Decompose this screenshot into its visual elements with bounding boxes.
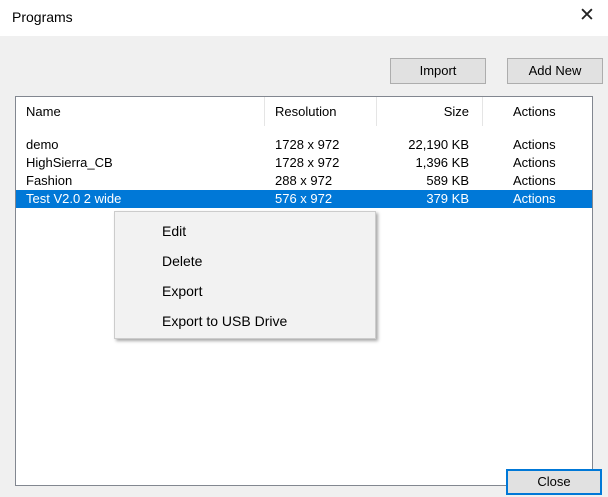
list-row[interactable]: HighSierra_CB 1728 x 972 1,396 KB Action… bbox=[16, 154, 592, 172]
program-resolution: 1728 x 972 bbox=[275, 155, 340, 170]
list-row[interactable]: Fashion 288 x 972 589 KB Actions bbox=[16, 172, 592, 190]
window-title: Programs bbox=[12, 9, 73, 25]
program-resolution: 1728 x 972 bbox=[275, 137, 340, 152]
list-header: Name Resolution Size Actions bbox=[16, 97, 592, 126]
list-row-selected[interactable]: Test V2.0 2 wide 576 x 972 379 KB Action… bbox=[16, 190, 592, 208]
program-name: HighSierra_CB bbox=[26, 155, 113, 170]
column-divider[interactable] bbox=[376, 97, 377, 126]
program-name: Test V2.0 2 wide bbox=[26, 191, 122, 206]
menu-item-export[interactable]: Export bbox=[116, 277, 374, 306]
menu-item-export-usb[interactable]: Export to USB Drive bbox=[116, 307, 374, 336]
menu-item-label: Export bbox=[162, 283, 203, 299]
program-actions-link[interactable]: Actions bbox=[513, 172, 556, 190]
column-divider[interactable] bbox=[264, 97, 265, 126]
menu-item-label: Delete bbox=[162, 253, 203, 269]
menu-item-delete[interactable]: Delete bbox=[116, 247, 374, 276]
column-header-name[interactable]: Name bbox=[26, 97, 61, 126]
program-resolution: 576 x 972 bbox=[275, 191, 333, 206]
program-actions-link[interactable]: Actions bbox=[513, 154, 556, 172]
import-button[interactable]: Import bbox=[390, 58, 486, 84]
menu-item-label: Edit bbox=[162, 223, 187, 239]
program-size: 1,396 KB bbox=[415, 155, 470, 170]
column-header-resolution[interactable]: Resolution bbox=[275, 97, 336, 126]
menu-item-label: Export to USB Drive bbox=[162, 313, 288, 329]
program-resolution: 288 x 972 bbox=[275, 173, 333, 188]
column-header-actions[interactable]: Actions bbox=[513, 97, 556, 126]
program-size: 589 KB bbox=[426, 173, 469, 188]
context-menu: Edit Delete Export Export to USB Drive bbox=[114, 211, 376, 339]
list-row[interactable]: demo 1728 x 972 22,190 KB Actions bbox=[16, 136, 592, 154]
program-name: demo bbox=[26, 137, 59, 152]
close-icon[interactable]: ✕ bbox=[576, 5, 598, 27]
menu-item-edit[interactable]: Edit bbox=[116, 217, 374, 246]
program-size: 22,190 KB bbox=[408, 137, 469, 152]
program-size: 379 KB bbox=[426, 191, 469, 206]
add-new-button[interactable]: Add New bbox=[507, 58, 603, 84]
program-actions-link[interactable]: Actions bbox=[513, 136, 556, 154]
program-name: Fashion bbox=[26, 173, 73, 188]
program-actions-link[interactable]: Actions bbox=[513, 190, 556, 208]
column-divider[interactable] bbox=[482, 97, 483, 126]
column-header-size[interactable]: Size bbox=[444, 97, 469, 126]
title-bar: Programs ✕ bbox=[0, 0, 608, 36]
close-button[interactable]: Close bbox=[506, 469, 602, 495]
